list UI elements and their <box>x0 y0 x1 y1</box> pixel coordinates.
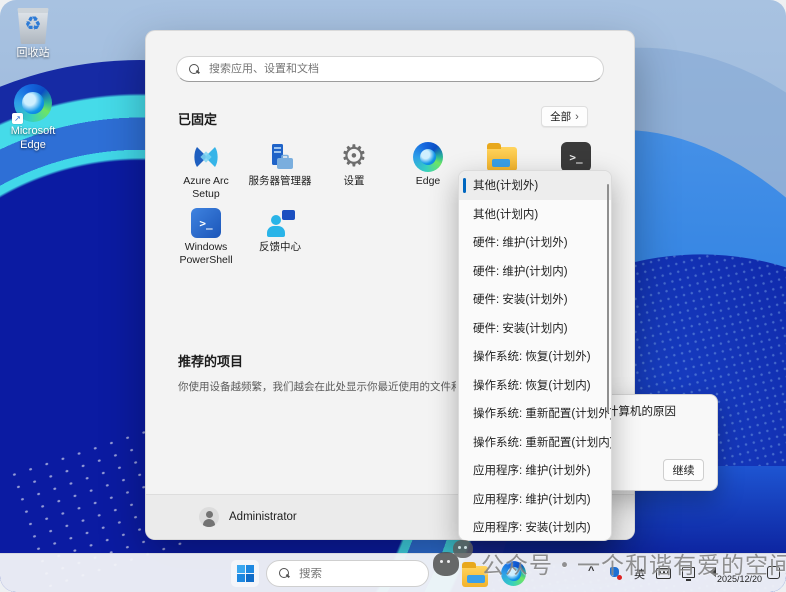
search-icon <box>279 568 290 579</box>
dialog-text: 计算机的原因 <box>607 406 676 418</box>
powershell-icon: >_ <box>191 208 221 238</box>
folder-icon <box>462 562 488 587</box>
dropdown-item[interactable]: 操作系统: 重新配置(计划内) <box>459 428 611 457</box>
feedback-hub-icon <box>265 208 295 238</box>
desktop-icon-label: Microsoft Edge <box>10 125 56 151</box>
dropdown-item[interactable]: 操作系统: 恢复(计划外) <box>459 342 611 371</box>
shutdown-reason-dropdown: 其他(计划外) 其他(计划内) 硬件: 维护(计划外) 硬件: 维护(计划内) 硬件: … <box>458 170 612 541</box>
pinned-app-label: 设置 <box>343 175 365 187</box>
clock-date: 2025/12/20 <box>716 574 762 584</box>
dropdown-scrollbar[interactable] <box>607 184 609 413</box>
recommended-empty-text: 你使用设备越频繁，我们越会在此处显示你最近使用的文件和新成 <box>178 381 456 393</box>
notification-center-icon[interactable] <box>767 566 780 579</box>
pinned-app-server-manager[interactable]: 服务器管理器 <box>243 139 317 205</box>
shortcut-arrow-icon: ↗ <box>12 113 23 124</box>
azure-arc-icon <box>169 139 243 175</box>
dropdown-item[interactable]: 硬件: 维护(计划外) <box>459 228 611 257</box>
desktop-screen: ♻ 回收站 ↗ Microsoft Edge 已固定 全部 › <box>0 0 786 592</box>
pinned-app-label: 服务器管理器 <box>248 175 312 187</box>
desktop-icon-recycle-bin[interactable]: ♻ 回收站 <box>6 8 60 61</box>
edge-icon <box>501 561 526 586</box>
pinned-app-settings[interactable]: ⚙ 设置 <box>317 139 391 205</box>
pinned-app-edge[interactable]: Edge <box>391 139 465 205</box>
dropdown-item[interactable]: 其他(计划内) <box>459 200 611 229</box>
pinned-app-windows-powershell[interactable]: >_ Windows PowerShell <box>169 205 243 271</box>
terminal-icon: >_ <box>561 142 591 172</box>
network-icon[interactable] <box>682 567 695 581</box>
volume-icon[interactable] <box>704 567 716 577</box>
start-button[interactable] <box>231 560 259 587</box>
pinned-app-feedback-hub[interactable]: 反馈中心 <box>243 205 317 271</box>
chevron-right-icon: › <box>575 110 579 123</box>
pinned-app-label: Azure Arc Setup <box>183 175 229 201</box>
gear-icon: ⚙ <box>340 140 368 173</box>
taskbar-search-box[interactable] <box>266 560 429 587</box>
user-name[interactable]: Administrator <box>229 511 297 523</box>
search-icon <box>189 63 200 75</box>
all-apps-button[interactable]: 全部 › <box>541 106 588 127</box>
taskbar-edge[interactable] <box>501 561 526 586</box>
pinned-app-label: Windows PowerShell <box>179 241 233 267</box>
touch-keyboard-icon[interactable] <box>656 568 671 579</box>
tray-app-icon[interactable] <box>610 567 622 580</box>
start-search-box[interactable] <box>176 56 604 82</box>
recommended-section-title: 推荐的项目 <box>178 354 244 369</box>
start-search-input[interactable] <box>209 63 569 75</box>
desktop-icon-edge[interactable]: ↗ Microsoft Edge <box>6 84 60 153</box>
shutdown-reason-dialog: 计算机的原因 继续 <box>600 394 718 491</box>
dropdown-item[interactable]: 操作系统: 恢复(计划内) <box>459 371 611 400</box>
dropdown-item[interactable]: 应用程序: 安装(计划内) <box>459 513 611 540</box>
dropdown-item[interactable]: 硬件: 安装(计划外) <box>459 285 611 314</box>
taskbar-search-input[interactable] <box>299 567 409 580</box>
pinned-app-label: Edge <box>415 175 441 187</box>
dropdown-item[interactable]: 应用程序: 维护(计划外) <box>459 456 611 485</box>
edge-icon <box>413 142 443 172</box>
pinned-section-title: 已固定 <box>178 112 218 127</box>
folder-icon <box>487 143 517 171</box>
dropdown-item[interactable]: 应用程序: 维护(计划内) <box>459 485 611 514</box>
server-manager-icon <box>243 139 317 175</box>
taskbar: ^ 英 2025/12/20 <box>0 553 786 592</box>
dropdown-item[interactable]: 硬件: 维护(计划内) <box>459 257 611 286</box>
dropdown-item[interactable]: 操作系统: 重新配置(计划外) <box>459 399 611 428</box>
pinned-app-label: 反馈中心 <box>259 241 301 253</box>
taskbar-clock[interactable]: 2025/12/20 <box>716 560 762 586</box>
dropdown-item[interactable]: 其他(计划外) <box>459 171 611 200</box>
recycle-bin-icon: ♻ <box>17 8 49 44</box>
windows-logo-icon <box>236 565 254 582</box>
taskbar-file-explorer[interactable] <box>462 562 488 587</box>
user-avatar[interactable] <box>199 507 219 527</box>
ime-indicator[interactable]: 英 <box>634 566 645 582</box>
dropdown-item[interactable]: 硬件: 安装(计划内) <box>459 314 611 343</box>
shutdown-reason-list: 其他(计划外) 其他(计划内) 硬件: 维护(计划外) 硬件: 维护(计划内) 硬件: … <box>459 171 611 540</box>
clock-time <box>716 560 762 573</box>
desktop-icon-label: 回收站 <box>16 47 50 59</box>
hidden-icons-chevron[interactable]: ^ <box>588 565 594 577</box>
continue-button[interactable]: 继续 <box>663 459 704 481</box>
pinned-app-azure-arc-setup[interactable]: Azure Arc Setup <box>169 139 243 205</box>
recycle-symbol: ♻ <box>24 14 42 35</box>
all-apps-label: 全部 <box>550 111 572 123</box>
